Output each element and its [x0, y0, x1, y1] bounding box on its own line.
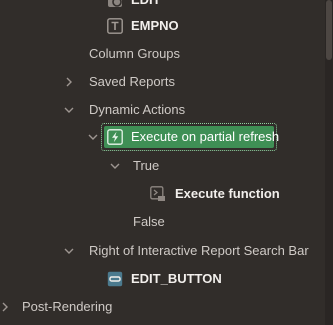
code-action-icon — [150, 186, 166, 202]
lightning-icon — [107, 129, 123, 145]
button-icon — [107, 271, 123, 287]
tree-node-label: Column Groups — [89, 46, 181, 61]
tree-node-right-of-ir-search[interactable]: Right of Interactive Report Search Bar — [0, 237, 325, 265]
link-icon — [107, 0, 123, 8]
chevron-down-icon[interactable] — [110, 161, 120, 171]
tree-node-dynamic-actions[interactable]: Dynamic Actions — [0, 96, 325, 124]
tree-node-saved-reports[interactable]: Saved Reports — [0, 68, 325, 96]
page-tree: EDIT EMPNO Column Groups Saved Reports D… — [0, 0, 325, 325]
tree-node-post-rendering[interactable]: Post-Rendering — [0, 293, 325, 321]
tree-node-label: Dynamic Actions — [89, 102, 186, 117]
tree-node-empno[interactable]: EMPNO — [0, 12, 325, 40]
tree-node-column-groups[interactable]: Column Groups — [0, 40, 325, 68]
tree-node-execute-partial-refresh-content: Execute on partial refresh — [0, 123, 325, 151]
chevron-down-icon[interactable] — [88, 132, 98, 142]
tree-node-edit-button[interactable]: EDIT_BUTTON — [0, 265, 325, 293]
chevron-right-icon[interactable] — [64, 77, 74, 87]
tree-node-false[interactable]: False — [0, 208, 325, 236]
tree-node-label: Right of Interactive Report Search Bar — [89, 243, 309, 258]
tree-node-label: EDIT_BUTTON — [131, 271, 222, 286]
vertical-scrollbar[interactable] — [325, 0, 333, 325]
chevron-down-icon[interactable] — [64, 246, 74, 256]
tree-node-label: Execute on partial refresh — [131, 129, 280, 144]
tree-node-label: False — [133, 214, 165, 229]
tree-node-true[interactable]: True — [0, 152, 325, 180]
chevron-down-icon[interactable] — [64, 105, 74, 115]
tree-node-label: Saved Reports — [89, 74, 175, 89]
tree-node-label: True — [133, 158, 160, 173]
tree-node-label: Execute function — [175, 186, 280, 201]
scrollbar-thumb[interactable] — [326, 0, 332, 60]
tree-node-label: Post-Rendering — [22, 299, 113, 314]
tree-node-execute-function[interactable]: Execute function — [0, 180, 325, 208]
tree-node-label: EMPNO — [131, 18, 179, 33]
chevron-right-icon[interactable] — [0, 302, 10, 312]
tree-node-label: EDIT — [131, 0, 161, 8]
text-field-icon — [107, 18, 123, 34]
